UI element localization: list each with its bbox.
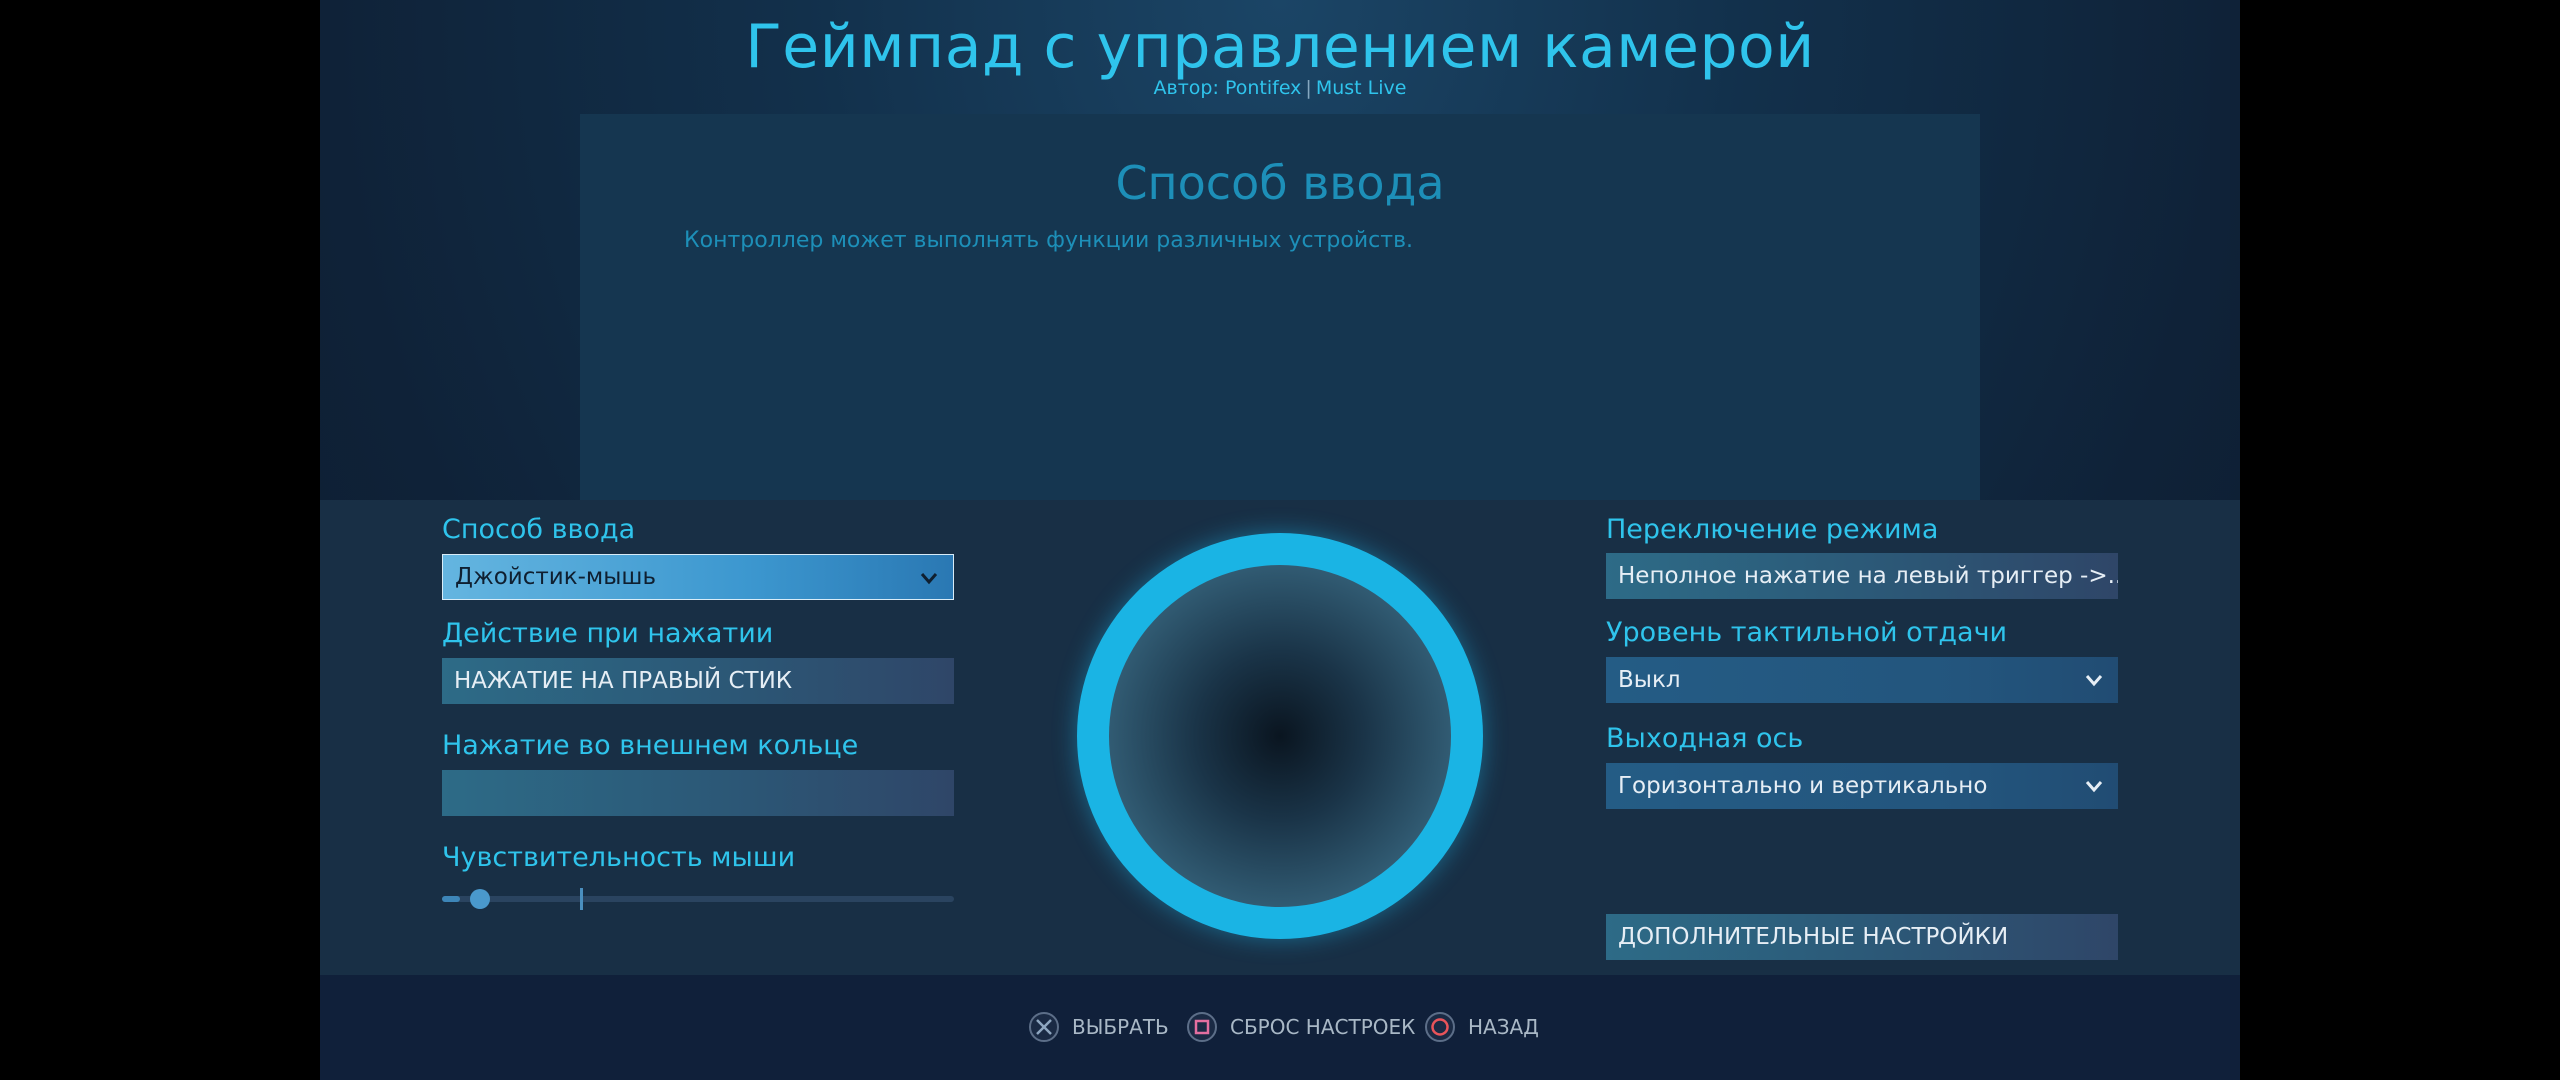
advanced-settings-button[interactable]: ДОПОЛНИТЕЛЬНЫЕ НАСТРОЙКИ — [1606, 914, 2118, 960]
mouse-sensitivity-label: Чувствительность мыши — [442, 842, 796, 873]
output-axis-value: Горизонтально и вертикально — [1618, 773, 1988, 799]
input-mode-value: Джойстик-мышь — [455, 564, 657, 590]
outer-ring-field[interactable] — [442, 770, 954, 816]
trackpad-preview — [1077, 533, 1483, 939]
haptic-label: Уровень тактильной отдачи — [1606, 617, 2008, 648]
chevron-down-icon — [920, 573, 938, 585]
page-title: Геймпад с управлением камерой — [745, 12, 1815, 82]
click-action-field[interactable]: НАЖАТИЕ НА ПРАВЫЙ СТИК — [442, 658, 954, 704]
back-button[interactable]: НАЗАД — [1424, 1009, 1539, 1045]
slider-thumb[interactable] — [470, 889, 490, 909]
select-label: ВЫБРАТЬ — [1072, 1015, 1169, 1039]
cross-icon — [1029, 1012, 1059, 1042]
select-button[interactable]: ВЫБРАТЬ — [1028, 1009, 1169, 1045]
chevron-down-icon — [2085, 781, 2103, 793]
back-label: НАЗАД — [1468, 1015, 1539, 1039]
outer-ring-label: Нажатие во внешнем кольце — [442, 730, 859, 761]
author-line: Автор: Pontifex | Must Live — [320, 77, 2240, 99]
mode-shift-value: Неполное нажатие на левый триггер ->... — [1618, 563, 2118, 589]
mode-shift-label: Переключение режима — [1606, 514, 1939, 545]
trackpad-inner — [1109, 565, 1451, 907]
haptic-dropdown[interactable]: Выкл — [1606, 657, 2118, 703]
chevron-down-icon — [2085, 675, 2103, 687]
author-separator: | — [1305, 77, 1312, 99]
slider-fill — [442, 896, 460, 902]
author-group: Must Live — [1315, 77, 1407, 99]
input-mode-dropdown[interactable]: Джойстик-мышь — [442, 554, 954, 600]
mouse-sensitivity-slider[interactable] — [442, 888, 954, 910]
output-axis-dropdown[interactable]: Горизонтально и вертикально — [1606, 763, 2118, 809]
description-title: Способ ввода — [1115, 156, 1445, 210]
author-prefix: Автор: — [1153, 77, 1219, 99]
advanced-settings-label: ДОПОЛНИТЕЛЬНЫЕ НАСТРОЙКИ — [1618, 924, 2009, 950]
screen: Геймпад с управлением камерой Автор: Pon… — [320, 0, 2240, 1080]
output-axis-label: Выходная ось — [1606, 723, 1804, 754]
author-name: Pontifex — [1224, 77, 1302, 99]
mode-shift-field[interactable]: Неполное нажатие на левый триггер ->... — [1606, 553, 2118, 599]
circle-icon — [1425, 1012, 1455, 1042]
description-text: Контроллер может выполнять функции разли… — [684, 228, 1414, 253]
input-mode-label: Способ ввода — [442, 514, 636, 545]
slider-default-marker — [580, 888, 583, 910]
square-icon — [1187, 1012, 1217, 1042]
click-action-label: Действие при нажатии — [442, 618, 774, 649]
description-panel: Способ ввода Контроллер может выполнять … — [580, 114, 1980, 500]
haptic-value: Выкл — [1618, 667, 1681, 693]
reset-label: СБРОС НАСТРОЕК — [1230, 1015, 1416, 1039]
reset-button[interactable]: СБРОС НАСТРОЕК — [1186, 1009, 1415, 1045]
click-action-value: НАЖАТИЕ НА ПРАВЫЙ СТИК — [454, 668, 793, 694]
